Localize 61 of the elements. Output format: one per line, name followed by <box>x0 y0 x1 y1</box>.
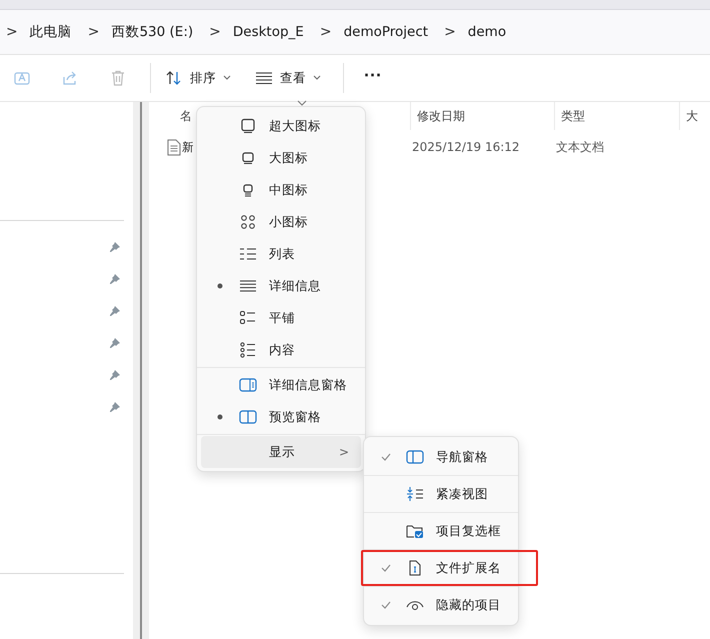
menu-item[interactable]: 详细信息窗格 <box>201 369 361 401</box>
pane-icon <box>406 449 424 465</box>
view-button[interactable]: 查看 <box>247 66 329 90</box>
check-icon <box>381 601 391 609</box>
chevron-icon[interactable]: > <box>314 24 344 40</box>
pane-icon <box>239 377 257 393</box>
menu-item[interactable]: 内容 <box>201 334 361 366</box>
menu-item[interactable]: 预览窗格 <box>201 401 361 433</box>
show-menu-item[interactable]: 显示 > <box>201 436 361 468</box>
check-icon <box>381 564 391 572</box>
chevron-icon[interactable]: > <box>82 24 112 40</box>
breadcrumb-item[interactable]: Desktop_E <box>232 24 314 40</box>
modified-date: 2025/12/19 16:12 <box>412 140 521 154</box>
list-icon <box>239 278 257 294</box>
caret-icon <box>297 100 307 106</box>
menu-item[interactable]: 列表 <box>201 238 361 270</box>
grid-icon <box>239 214 257 230</box>
monitor-icon <box>239 118 257 134</box>
menu-item[interactable]: 超大图标 <box>201 110 361 142</box>
folder-checkbox-icon <box>406 523 424 539</box>
list-icon <box>239 246 257 262</box>
pin-icon[interactable] <box>109 401 121 413</box>
trash-icon[interactable] <box>109 69 127 87</box>
breadcrumb-item[interactable]: 此电脑 <box>30 23 82 41</box>
menu-item[interactable]: 平铺 <box>201 302 361 334</box>
chevron-icon <box>313 75 321 81</box>
breadcrumb-item[interactable]: 西数530 (E:) <box>111 23 204 41</box>
menu-item[interactable]: 中图标 <box>201 174 361 206</box>
menu-item[interactable]: 项目复选框 <box>364 513 518 549</box>
column-header[interactable]: 修改日期 <box>411 102 555 130</box>
list-icon <box>239 342 257 358</box>
list-icon <box>239 310 257 326</box>
chevron-icon <box>223 75 231 81</box>
menu-item[interactable]: 文件扩展名 <box>361 550 538 586</box>
file-type: 文本文档 <box>556 138 604 156</box>
pin-icon[interactable] <box>109 305 121 317</box>
pin-icon[interactable] <box>109 369 121 381</box>
menu-item[interactable]: 小图标 <box>201 206 361 238</box>
chevron-icon[interactable]: > <box>0 24 30 40</box>
menu-item[interactable]: 隐藏的项目 <box>364 587 518 623</box>
sort-button[interactable]: 排序 <box>157 66 239 90</box>
menu-item[interactable]: 详细信息 <box>201 270 361 302</box>
pin-icon[interactable] <box>109 337 121 349</box>
breadcrumb-item[interactable]: demoProject <box>344 24 438 40</box>
list-icon <box>255 71 273 85</box>
text-file-icon <box>167 138 181 156</box>
compact-icon <box>406 486 424 502</box>
pin-icon[interactable] <box>109 273 121 285</box>
more-button[interactable]: ··· <box>350 64 394 92</box>
menu-item[interactable]: 导航窗格 <box>364 439 518 475</box>
sort-icon <box>165 70 183 86</box>
breadcrumb-item[interactable]: demo <box>468 24 516 40</box>
column-header[interactable]: 大 <box>680 102 698 130</box>
chevron-icon[interactable]: > <box>438 24 468 40</box>
chevron-icon[interactable]: > <box>203 24 233 40</box>
pane-icon <box>239 409 257 425</box>
column-header[interactable]: 类型 <box>555 102 680 130</box>
menu-item[interactable]: 紧凑视图 <box>364 476 518 512</box>
check-icon <box>381 453 391 461</box>
pin-icon[interactable] <box>109 241 121 253</box>
menu-item[interactable]: 大图标 <box>201 142 361 174</box>
